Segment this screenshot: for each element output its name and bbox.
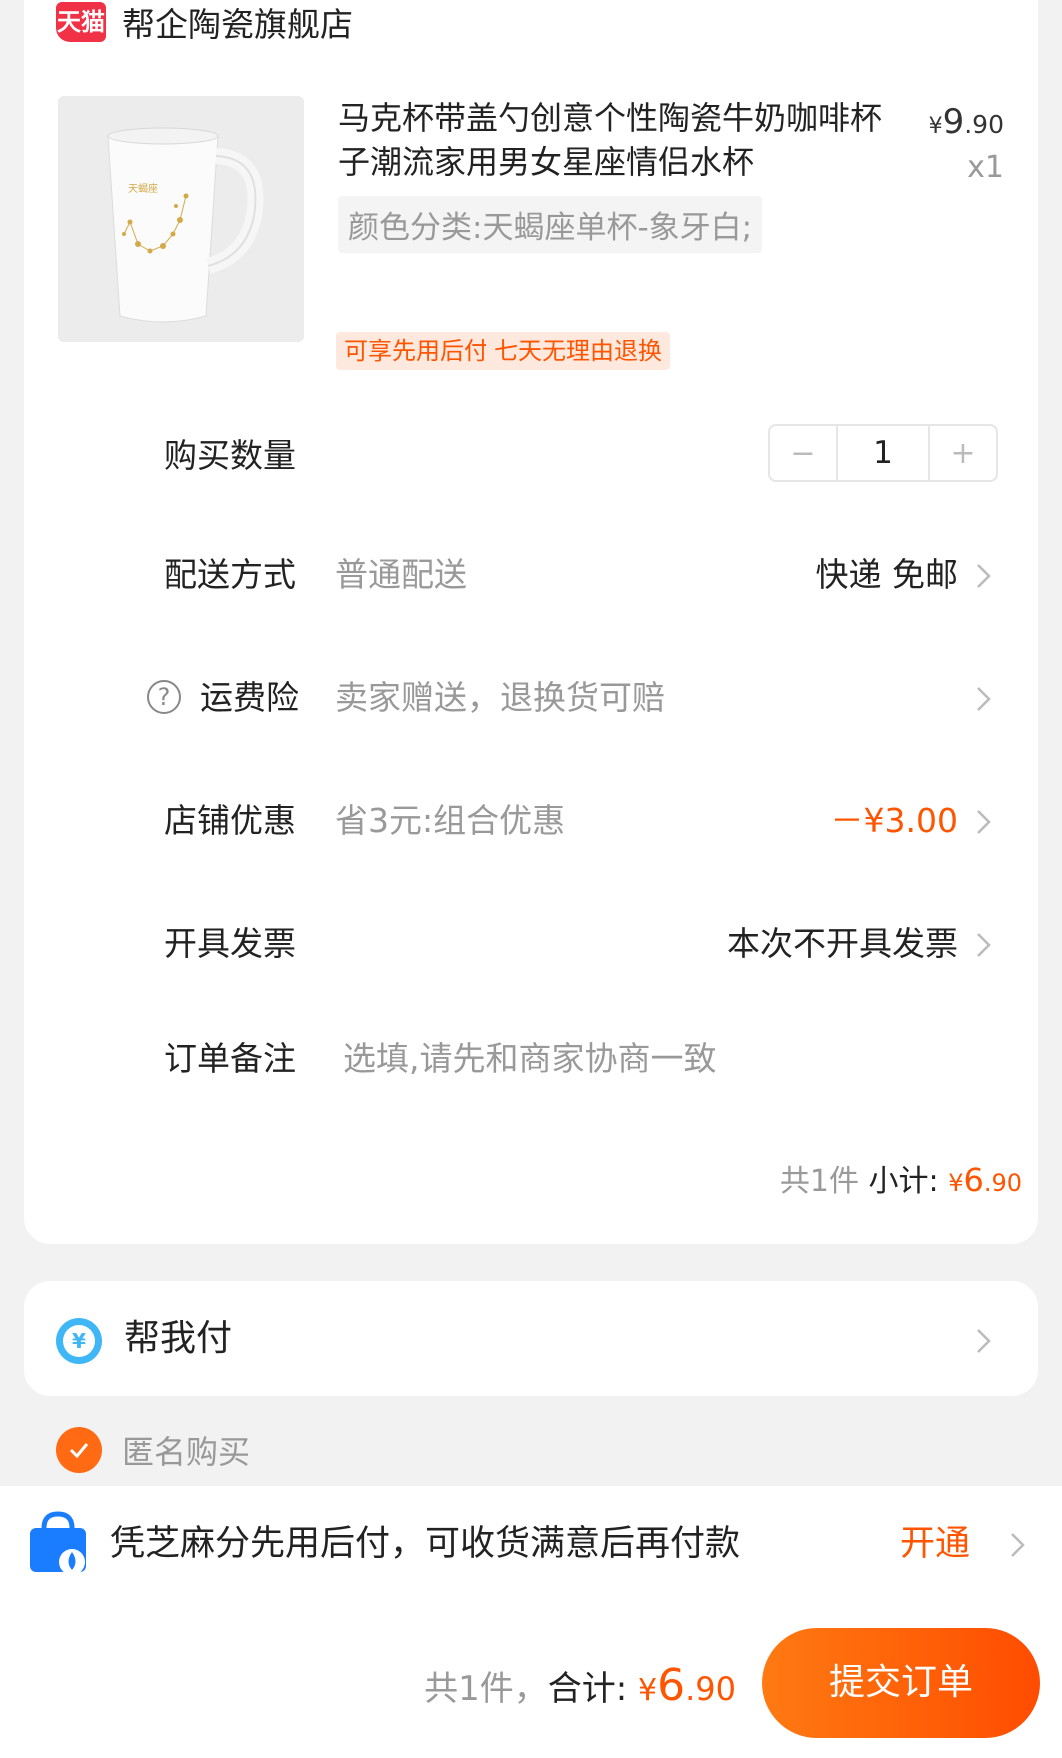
bottom-bar: 凭芝麻分先用后付，可收货满意后再付款 开通 共1件，合计: ¥6.90 提交订单 (0, 1486, 1062, 1758)
pay-icon: ¥ (56, 1318, 102, 1364)
decrease-button[interactable]: − (770, 426, 836, 480)
help-pay-card[interactable]: ¥ 帮我付 (24, 1281, 1038, 1396)
submit-order-button[interactable]: 提交订单 (762, 1628, 1040, 1738)
product-title[interactable]: 马克杯带盖勺创意个性陶瓷牛奶咖啡杯子潮流家用男女星座情侣水杯 (338, 96, 898, 184)
subtotal-count: 共1件 (779, 1164, 859, 1199)
quantity-input[interactable]: 1 (836, 426, 930, 480)
product-spec[interactable]: 颜色分类:天蝎座单杯-象牙白; (338, 196, 763, 253)
delivery-method: 快递 免邮 (815, 555, 959, 594)
discount-value: 省3元:组合优惠 (335, 801, 566, 840)
row-store-discount[interactable]: 店铺优惠 省3元:组合优惠 －¥3.00 (24, 791, 1038, 851)
increase-button[interactable]: + (930, 426, 996, 480)
chevron-right-icon (977, 1329, 991, 1353)
product-thumbnail[interactable]: 天蝎座 (58, 96, 304, 342)
total-count: 共1件， (424, 1669, 548, 1709)
price-decimal: .90 (964, 110, 1004, 139)
chevron-right-icon (1011, 1533, 1025, 1557)
store-header[interactable]: 天猫 帮企陶瓷旗舰店 (56, 0, 353, 44)
price-integer: 9 (942, 102, 965, 142)
row-delivery[interactable]: 配送方式 普通配送 快递 免邮 (24, 545, 1038, 605)
tag-seven-day-return: 七天无理由退换 (486, 332, 670, 370)
help-icon[interactable]: ? (147, 680, 181, 714)
store-name[interactable]: 帮企陶瓷旗舰店 (122, 0, 353, 46)
anonymous-purchase[interactable]: 匿名购买 (56, 1427, 250, 1473)
insurance-label: 运费险 (200, 678, 299, 717)
product-price: ¥9.90 (929, 102, 1004, 142)
subtotal: 共1件 小计: ¥6.90 (780, 1156, 1022, 1200)
mug-image-icon: 天蝎座 (58, 96, 304, 342)
discount-label: 店铺优惠 (164, 801, 296, 840)
price-symbol: ¥ (928, 114, 943, 139)
anonymous-label: 匿名购买 (122, 1433, 251, 1471)
svg-text:天蝎座: 天蝎座 (128, 182, 158, 195)
note-input[interactable]: 选填,请先和商家协商一致 (343, 1029, 717, 1089)
tag-pay-later: 可享先用后付 (336, 332, 496, 370)
invoice-label: 开具发票 (164, 924, 296, 963)
tmall-logo: 天猫 (56, 2, 106, 42)
row-invoice[interactable]: 开具发票 本次不开具发票 (24, 914, 1038, 974)
chevron-right-icon (977, 933, 991, 957)
quantity-label: 购买数量 (164, 436, 296, 475)
subtotal-amount: ¥6.90 (948, 1161, 1022, 1199)
shopping-bag-icon (30, 1511, 86, 1575)
product-quantity: x1 (967, 150, 1004, 185)
quantity-stepper: − 1 + (768, 424, 998, 482)
order-total: 共1件，合计: ¥6.90 (424, 1656, 736, 1721)
row-shipping-insurance[interactable]: ? 运费险 卖家赠送，退换货可赔 (24, 668, 1038, 728)
delivery-value: 普通配送 (335, 555, 467, 594)
discount-amount: －¥3.00 (830, 801, 958, 840)
chevron-right-icon (977, 810, 991, 834)
insurance-value: 卖家赠送，退换货可赔 (335, 678, 665, 717)
subtotal-label: 小计: (859, 1164, 949, 1199)
invoice-value: 本次不开具发票 (727, 924, 958, 963)
row-order-note: 订单备注 选填,请先和商家协商一致 (24, 1029, 1038, 1089)
chevron-right-icon (977, 564, 991, 588)
total-amount: ¥6.90 (638, 1660, 736, 1711)
row-quantity: 购买数量 − 1 + (24, 424, 1038, 486)
chevron-right-icon (977, 687, 991, 711)
store-order-card: 天猫 帮企陶瓷旗舰店 天蝎座 马克杯带盖勺创意个性陶瓷牛奶咖啡杯子潮流家用男女星… (24, 0, 1038, 1244)
promo-text: 凭芝麻分先用后付，可收货满意后再付款 (110, 1524, 741, 1564)
delivery-label: 配送方式 (164, 555, 296, 594)
total-label: 合计: (547, 1669, 639, 1709)
checkbox-checked-icon[interactable] (56, 1427, 102, 1473)
help-pay-label: 帮我付 (124, 1318, 233, 1359)
note-label: 订单备注 (164, 1039, 296, 1078)
open-button[interactable]: 开通 (900, 1516, 970, 1572)
